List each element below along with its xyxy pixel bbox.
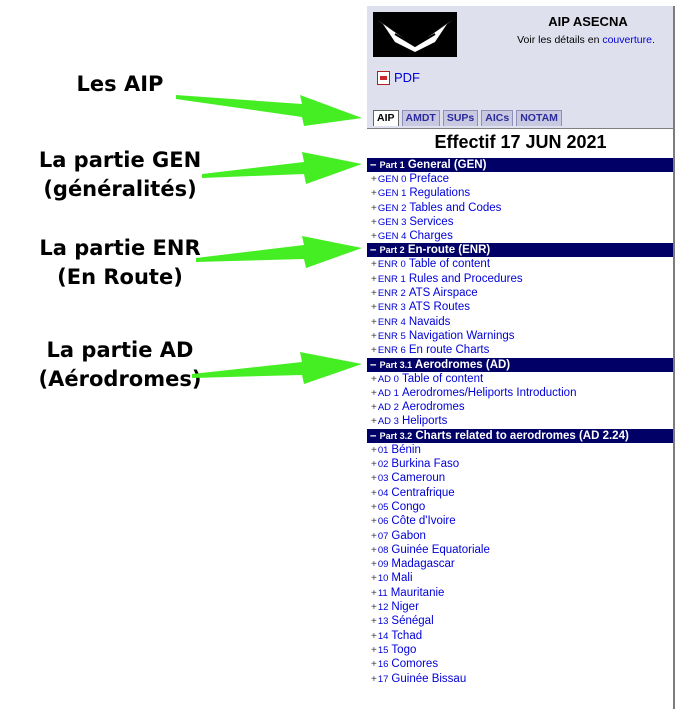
arrow-icon [202, 152, 362, 184]
arrow-icon [176, 95, 362, 126]
arrows-overlay [176, 95, 362, 384]
arrow-icon [192, 352, 362, 384]
arrow-icon [196, 236, 362, 268]
